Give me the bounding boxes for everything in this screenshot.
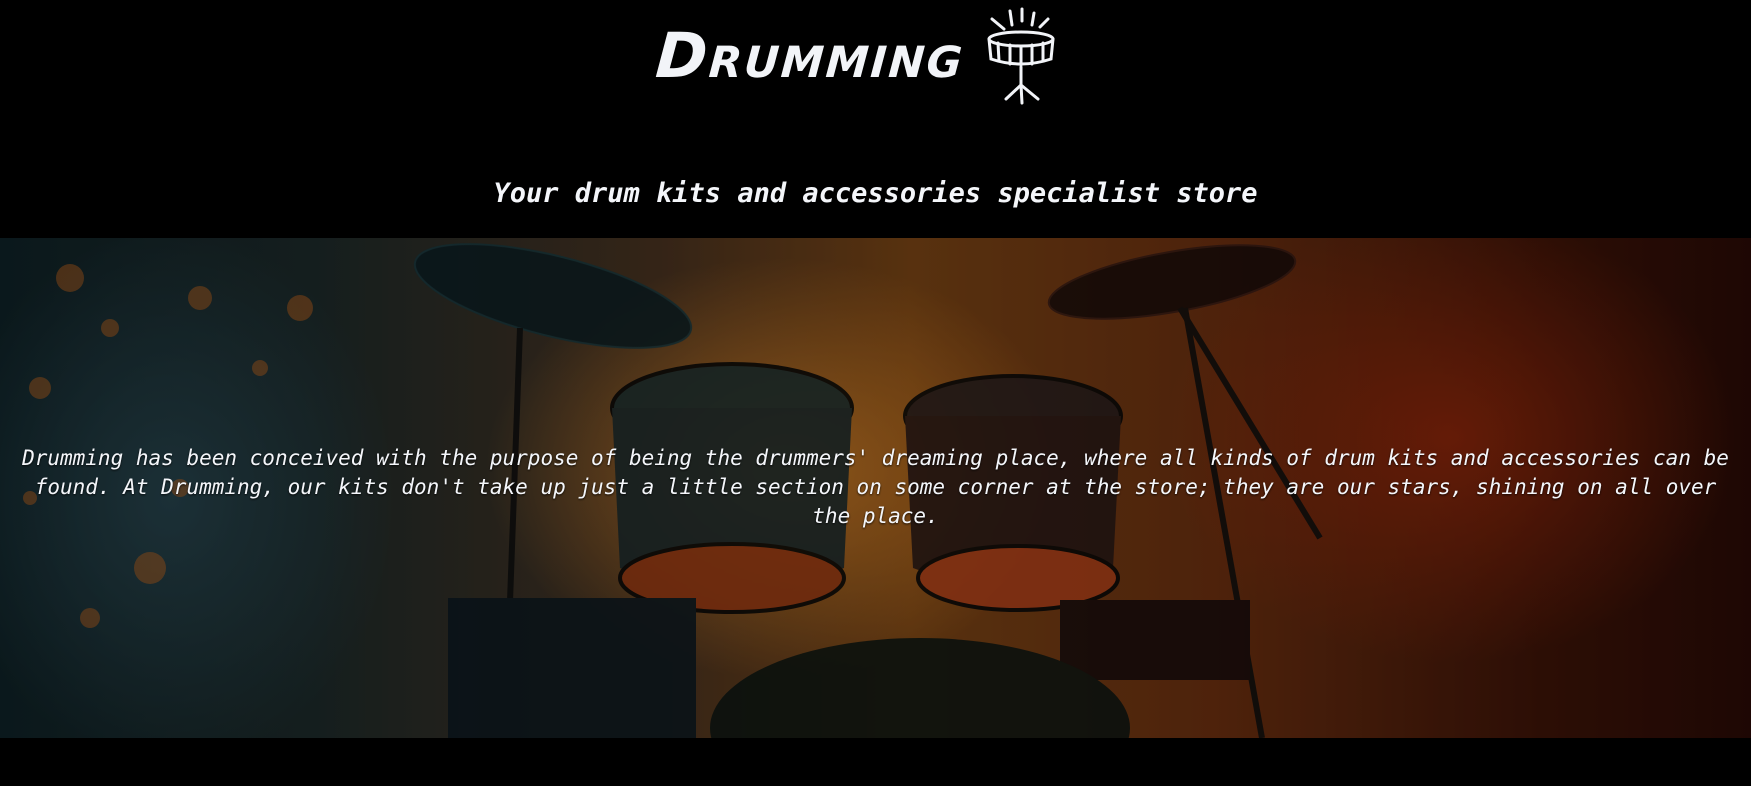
drum-icon [987,7,1055,105]
site-header: Drumming Your drum kits and accessories … [0,0,1751,238]
footer-band [0,738,1751,786]
hero-description: Drumming has been conceived with the pur… [22,446,1729,528]
logo[interactable]: Drumming [653,6,1086,106]
hero-banner: Drumming has been conceived with the pur… [0,238,1751,738]
tagline: Your drum kits and accessories specialis… [493,178,1258,209]
logo-text: Drumming [653,19,967,92]
page: Drumming Your drum kits and accessories … [0,0,1751,786]
